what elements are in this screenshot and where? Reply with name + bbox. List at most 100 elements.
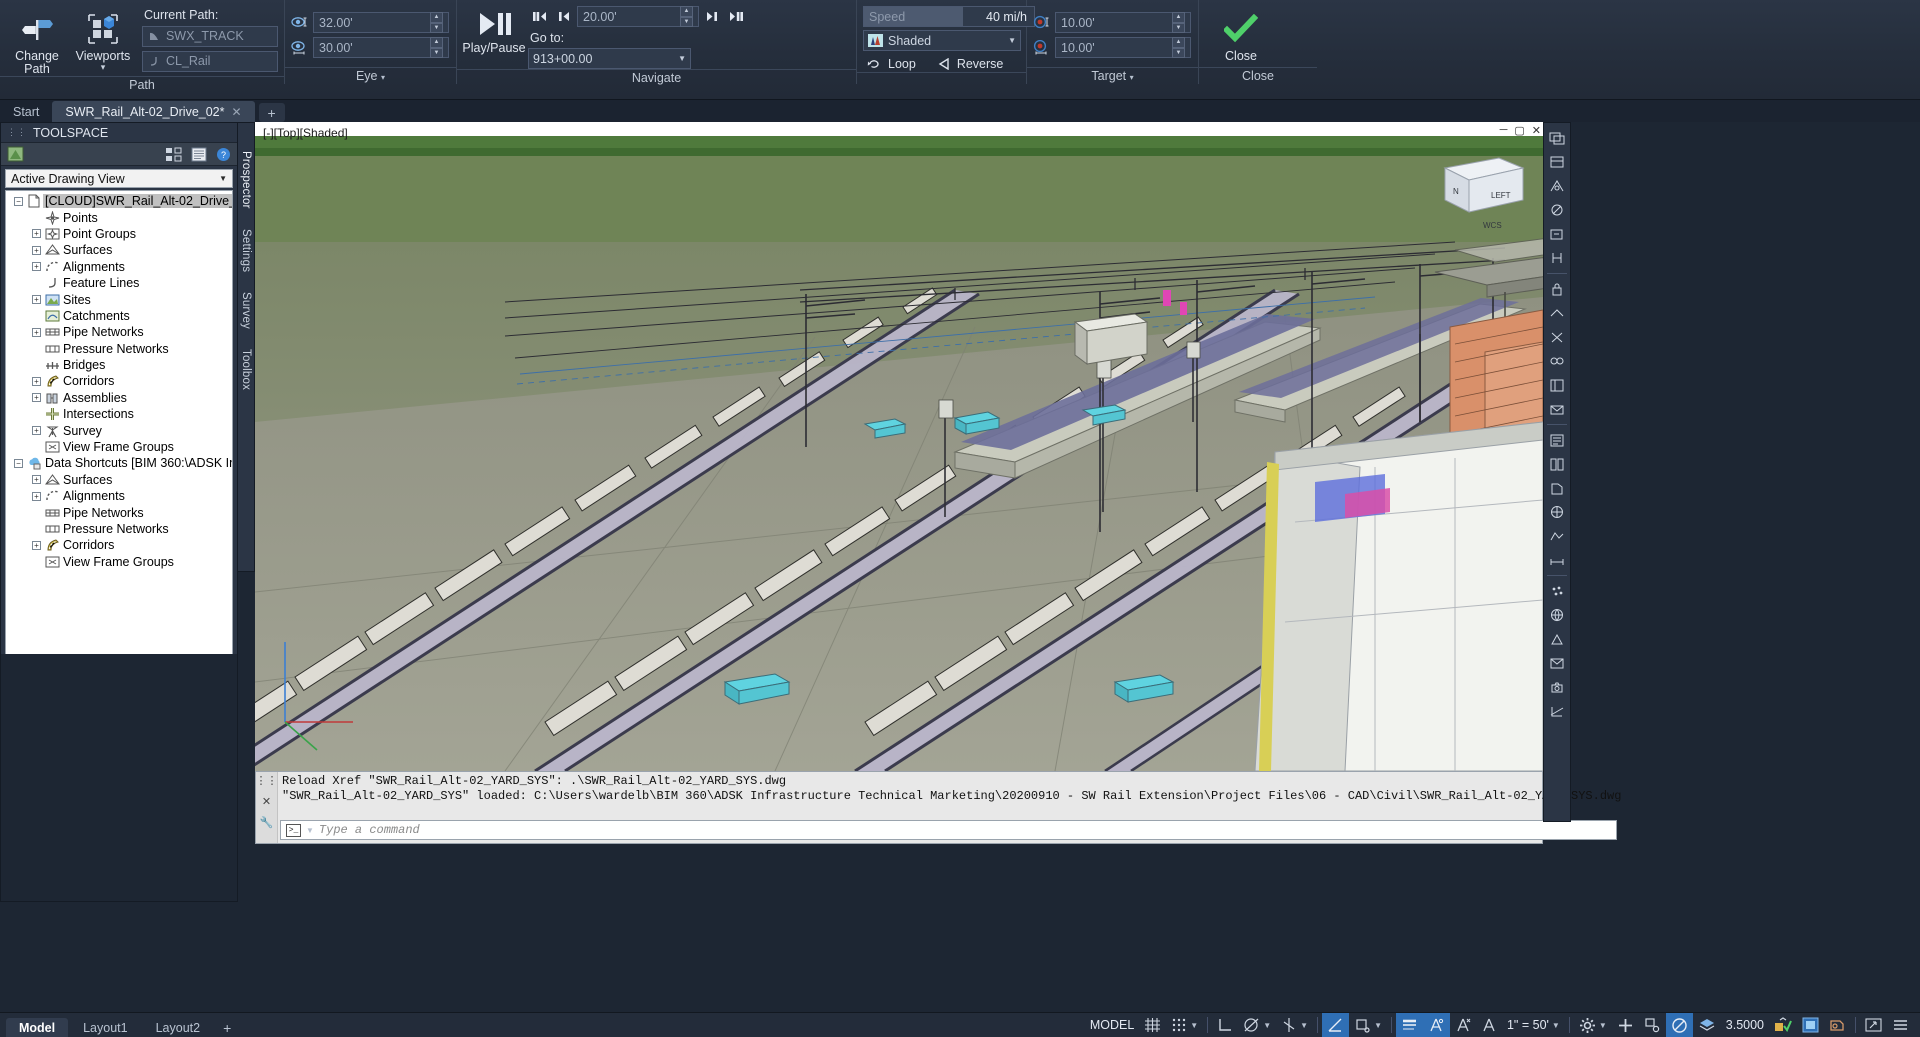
target-height-spinner[interactable]: ▲▼ [1172,12,1185,33]
toolspace-tab-settings[interactable]: Settings [240,229,252,272]
help-icon[interactable]: ? [216,147,231,162]
command-input[interactable]: >_ ▼ Type a command [280,820,1617,840]
point-cloud-layers-icon[interactable] [1693,1013,1721,1037]
expand-icon[interactable]: + [32,246,41,255]
tree-item-alignments[interactable]: +Alignments [6,259,232,275]
toolspace-tab-prospector[interactable]: Prospector [240,151,252,209]
viewport-config-label[interactable]: [-][Top][Shaded] [263,126,348,140]
tree-item-surfaces[interactable]: +Surfaces [6,242,232,258]
close-icon[interactable]: ✕ [262,795,271,808]
layout-tab-model[interactable]: Model [6,1018,68,1037]
tree-item-data-shortcuts-bim-360-adsk-infrastructu[interactable]: −Data Shortcuts [BIM 360:\ADSK Infrastru… [6,455,232,471]
layer-delete-icon[interactable] [1545,326,1569,348]
expand-icon[interactable]: + [32,393,41,402]
layer-state-icon[interactable] [1545,151,1569,173]
minimize-icon[interactable]: ─ [1500,124,1508,137]
tree-item-feature-lines[interactable]: Feature Lines [6,275,232,291]
close-icon[interactable]: ✕ [1532,124,1541,137]
tree-item-point-groups[interactable]: +Point Groups [6,226,232,242]
drag-grip-icon[interactable]: ⋮⋮ [256,774,278,787]
tree-item-assemblies[interactable]: +Assemblies [6,390,232,406]
tree-item-alignments[interactable]: +Alignments [6,488,232,504]
eye-offset-field[interactable]: 30.00' ▲▼ [313,37,449,58]
units-icon[interactable] [1824,1013,1851,1037]
tree-item-pressure-networks[interactable]: Pressure Networks [6,341,232,357]
layer-off-icon[interactable] [1545,199,1569,221]
file-tab-swr-rail-drive[interactable]: SWR_Rail_Alt-02_Drive_02* ✕ [52,101,254,122]
xref-icon[interactable] [1545,374,1569,396]
object-snap-icon[interactable] [1322,1013,1349,1037]
change-path-button[interactable]: Change Path [6,3,68,76]
sheet-set-icon[interactable] [1545,477,1569,499]
eye-height-field[interactable]: 32.00' ▲▼ [313,12,449,33]
visual-style-combo[interactable]: Shaded ▼ [863,30,1021,51]
grid-display-icon[interactable] [1139,1013,1166,1037]
design-center-icon[interactable] [1545,501,1569,523]
eye-offset-spinner[interactable]: ▲▼ [430,37,443,58]
chevron-down-icon[interactable]: ▼ [1552,1021,1560,1030]
point-cloud-icon[interactable] [1545,580,1569,602]
add-layout-button[interactable]: + [215,1018,239,1037]
chevron-down-icon[interactable]: ▼ [1599,1021,1607,1030]
tool-palette-icon[interactable] [1545,453,1569,475]
workspace-gear-icon[interactable]: ▼ [1574,1013,1612,1037]
step-value-field[interactable]: 20.00' ▲▼ [577,6,699,27]
step-forward-icon[interactable] [702,8,722,25]
customization-menu-icon[interactable] [1887,1013,1914,1037]
drag-grip-icon[interactable]: ⋮⋮ [7,127,27,138]
tree-item-pipe-networks[interactable]: Pipe Networks [6,504,232,520]
expand-icon[interactable]: + [32,295,41,304]
isolate-objects-icon[interactable] [1639,1013,1666,1037]
layout-tab-layout2[interactable]: Layout2 [143,1018,213,1037]
chevron-down-icon[interactable]: ▼ [1263,1021,1271,1030]
step-forward-all-icon[interactable] [725,8,748,25]
auto-scale-icon[interactable] [1477,1013,1502,1037]
eye-height-spinner[interactable]: ▲▼ [430,12,443,33]
block-editor-icon[interactable] [1545,398,1569,420]
polar-tracking-icon[interactable]: ▼ [1238,1013,1276,1037]
expand-icon[interactable]: + [32,262,41,271]
tree-item-survey[interactable]: +Survey [6,422,232,438]
tree-item-points[interactable]: Points [6,209,232,225]
ortho-mode-icon[interactable] [1212,1013,1238,1037]
expand-icon[interactable]: + [32,492,41,501]
tree-item-intersections[interactable]: Intersections [6,406,232,422]
layer-walk-icon[interactable] [1545,350,1569,372]
annotation-scale-factor[interactable]: 3.5000 [1721,1013,1769,1037]
chevron-down-icon[interactable]: ▼ [1190,1021,1198,1030]
annotation-visibility-icon[interactable] [1450,1013,1477,1037]
loop-button[interactable]: Loop [863,56,920,72]
object-snap-tracking-icon[interactable]: ▼ [1276,1013,1313,1037]
expand-icon[interactable]: + [32,328,41,337]
step-back-all-icon[interactable] [528,8,551,25]
tree-item-catchments[interactable]: Catchments [6,308,232,324]
viewports-button[interactable]: Viewports ▾ [72,3,134,76]
tree-item-corridors[interactable]: +Corridors [6,537,232,553]
measure-icon[interactable] [1545,549,1569,571]
panel-title-eye[interactable]: Eye ▾ [285,67,456,84]
eye-panel-dropdown-arrow[interactable]: ▾ [381,73,385,82]
lineweight-icon[interactable] [1396,1013,1423,1037]
tree-item-surfaces[interactable]: +Surfaces [6,472,232,488]
target-panel-dropdown-arrow[interactable]: ▾ [1130,73,1134,82]
file-tab-start[interactable]: Start [0,101,52,122]
panel-title-target[interactable]: Target ▾ [1027,67,1198,84]
layer-freeze-icon[interactable] [1545,247,1569,269]
expand-icon[interactable]: + [32,377,41,386]
toolspace-tab-toolbox[interactable]: Toolbox [240,349,252,390]
step-back-icon[interactable] [554,8,574,25]
tree-item-pipe-networks[interactable]: +Pipe Networks [6,324,232,340]
render-icon[interactable] [1545,628,1569,650]
properties-icon[interactable] [1545,429,1569,451]
expand-icon[interactable]: + [32,475,41,484]
tree-item-bridges[interactable]: Bridges [6,357,232,373]
visual-styles-icon[interactable] [1545,652,1569,674]
toolspace-tab-survey[interactable]: Survey [240,292,252,329]
section-icon[interactable] [1545,700,1569,722]
speed-slider[interactable]: Speed 40 mi/h [863,6,1035,27]
snap-mode-icon[interactable]: ▼ [1166,1013,1203,1037]
camera-icon[interactable] [1545,676,1569,698]
expand-icon[interactable]: + [32,541,41,550]
current-path-alignment-field[interactable]: CL_Rail [142,51,278,72]
customization-plus-icon[interactable] [1612,1013,1639,1037]
